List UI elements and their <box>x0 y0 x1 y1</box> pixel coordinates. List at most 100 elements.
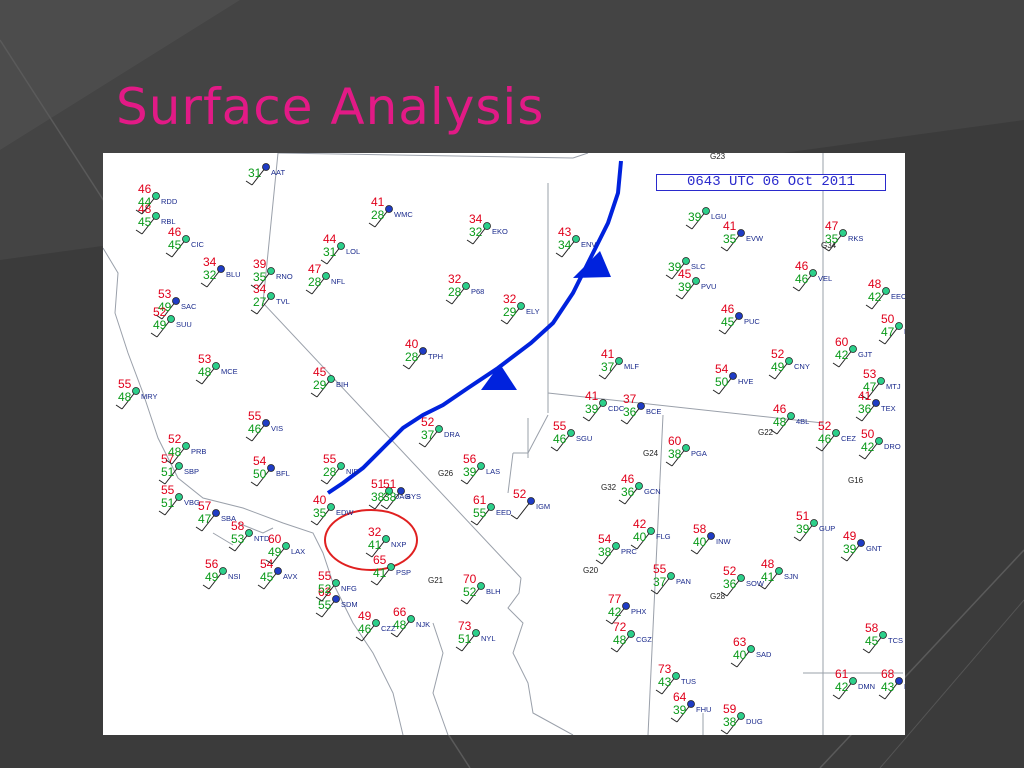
station-id: EDW <box>336 508 354 517</box>
wind-flag <box>257 584 265 590</box>
station-temperature: 54 <box>598 532 612 546</box>
station-pan: PAN 5537 <box>650 562 691 595</box>
station-dewpoint: 36 <box>858 402 872 416</box>
station-temperature: 60 <box>668 434 682 448</box>
station-dewpoint: 43 <box>881 680 895 694</box>
station-marker <box>527 497 535 505</box>
station-id: SJN <box>784 572 798 581</box>
station-id: P68 <box>471 287 484 296</box>
station-id: MTJ <box>886 382 901 391</box>
station-temperature: 46 <box>721 302 735 316</box>
station-dewpoint: 46 <box>818 432 832 446</box>
station-id: PAN <box>676 577 691 586</box>
station-dewpoint: 49 <box>153 318 167 332</box>
station-dewpoint: 51 <box>161 465 175 479</box>
station-temperature: 72 <box>613 620 627 634</box>
wind-flag <box>685 224 693 230</box>
station-marker <box>472 629 480 637</box>
wind-flag <box>595 559 603 565</box>
station-id: NID <box>346 467 360 476</box>
station-lgu: LGU39 <box>685 207 726 230</box>
wind-flag <box>832 362 840 368</box>
wind-flag <box>655 689 663 695</box>
station-id: TUS <box>681 677 696 686</box>
station-temperature: 46 <box>773 402 787 416</box>
station-id: DRO <box>884 442 901 451</box>
station-id: PRB <box>191 447 206 456</box>
station-marker <box>332 595 340 603</box>
station-dewpoint: 29 <box>313 378 327 392</box>
station-dra: DRA 5237 <box>418 415 460 448</box>
station-temperature: 52 <box>771 347 785 361</box>
station-wmc: WMC 4128 <box>368 195 413 228</box>
station-id: NXP <box>391 540 406 549</box>
station-marker <box>212 509 220 517</box>
station-marker <box>832 429 840 437</box>
station-marker <box>567 429 575 437</box>
wind-flag <box>618 499 626 505</box>
station-aat: AAT 31 <box>245 163 285 186</box>
station-temperature: 77 <box>608 592 622 606</box>
station-temperature: 34 <box>203 255 217 269</box>
station-dewpoint: 34 <box>558 238 572 252</box>
station-dewpoint: 28 <box>323 465 337 479</box>
station-marker <box>647 527 655 535</box>
station-dewpoint: 47 <box>881 325 895 339</box>
station-marker <box>419 347 427 355</box>
station-cez: CEZ 5246 <box>815 419 856 452</box>
wind-flag <box>195 379 203 385</box>
station-marker <box>245 529 253 537</box>
station-marker <box>337 462 345 470</box>
station-marker <box>895 322 903 330</box>
station-temperature: 47 <box>825 219 839 233</box>
station-marker <box>737 712 745 720</box>
station-id: SAC <box>181 302 197 311</box>
station-temperature: 55 <box>118 377 132 391</box>
station-id: BLU <box>226 270 241 279</box>
wind-flag <box>675 294 683 300</box>
station-temperature: 52 <box>513 487 527 501</box>
map-timestamp: 0643 UTC 06 Oct 2011 <box>656 174 886 191</box>
station-marker <box>612 542 620 550</box>
station-dewpoint: 39 <box>585 402 599 416</box>
station-dewpoint: 28 <box>448 285 462 299</box>
station-dewpoint: 41 <box>761 570 775 584</box>
station-id: PGA <box>691 449 707 458</box>
station-id: ENV <box>581 240 596 249</box>
station-temperature: 48 <box>761 557 775 571</box>
wind-flag <box>712 389 720 395</box>
station-marker <box>667 572 675 580</box>
station-tcs: TCS 5845 <box>862 621 903 654</box>
station-bfl: BFL 5450 <box>250 454 290 487</box>
station-dewpoint: 37 <box>601 360 615 374</box>
station-eed: EED 6155 <box>470 493 512 526</box>
station-dewpoint: 50 <box>253 467 267 481</box>
wind-flag <box>878 339 886 345</box>
station-marker <box>332 579 340 587</box>
station-dewpoint: 31 <box>323 245 337 259</box>
station-marker <box>895 677 903 685</box>
wind-flag <box>720 729 728 735</box>
wind-flag <box>370 580 378 586</box>
station-cic: CIC 4645 <box>165 225 205 258</box>
station-id: PHX <box>631 607 646 616</box>
station-temperature: 41 <box>723 219 737 233</box>
station-id: NJK <box>416 620 430 629</box>
station-bce: BCE 3736 <box>620 392 661 425</box>
station-dewpoint: 42 <box>835 680 849 694</box>
station-marker <box>435 425 443 433</box>
station-marker <box>462 282 470 290</box>
station-temperature: 52 <box>723 564 737 578</box>
station-dewpoint: 39 <box>688 210 702 224</box>
station-id: EKO <box>492 227 508 236</box>
station-id: CDC <box>608 404 625 413</box>
station-temperature: 41 <box>585 389 599 403</box>
station-marker <box>327 375 335 383</box>
wind-flag <box>150 332 158 338</box>
station-temperature: 53 <box>198 352 212 366</box>
station-marker <box>267 267 275 275</box>
station-marker <box>182 235 190 243</box>
wind-flag <box>792 286 800 292</box>
station-marker <box>682 257 690 265</box>
station-dewpoint: 35 <box>723 232 737 246</box>
